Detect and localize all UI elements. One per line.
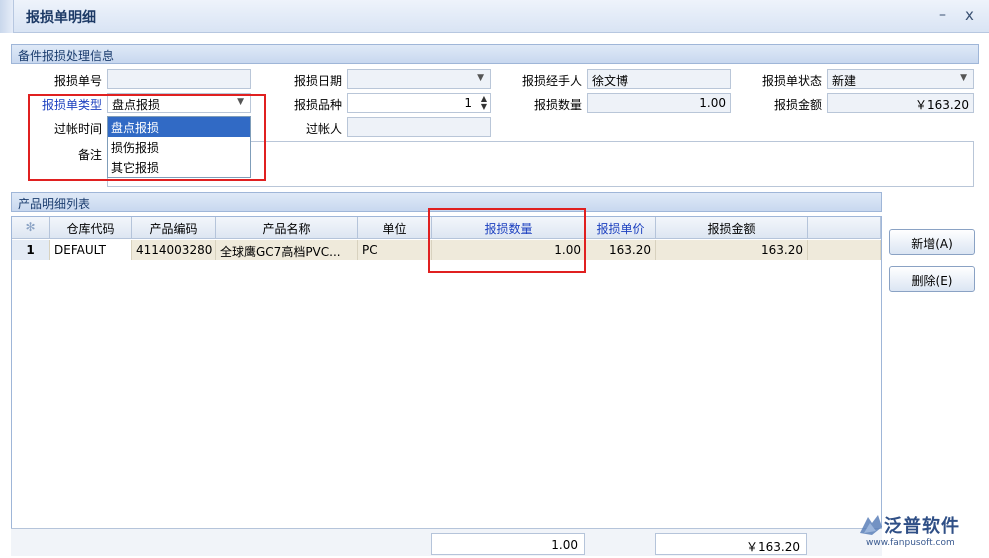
cell-unit[interactable]: PC (358, 240, 432, 260)
cell-warehouse[interactable]: DEFAULT (50, 240, 132, 260)
column-header[interactable]: 仓库代码 (50, 217, 132, 239)
status-value: 新建 (832, 74, 857, 88)
variety-value: 1 (464, 96, 472, 110)
close-button[interactable]: x (965, 6, 974, 24)
column-header[interactable]: 产品名称 (216, 217, 358, 239)
window-title: 报损单明细 (26, 10, 96, 26)
stepper-arrows-icon[interactable]: ▲ ▼ (481, 95, 487, 111)
section-info-header: 备件报损处理信息 (11, 44, 979, 64)
status-label: 报损单状态 (761, 74, 822, 88)
amount-label: 报损金额 (773, 98, 822, 112)
delete-button[interactable]: 删除(E) (889, 266, 975, 292)
cell-blank (808, 240, 881, 260)
brand-url: www.fanpusoft.com (866, 538, 955, 548)
status-select[interactable]: 新建 ▼ (827, 69, 974, 89)
cell-code[interactable]: 4114003280 (132, 240, 216, 260)
poster-label: 过帐人 (305, 122, 342, 136)
column-header[interactable]: 单位 (358, 217, 432, 239)
column-header[interactable]: 报损单价 (586, 217, 656, 239)
variety-stepper[interactable]: 1 ▲ ▼ (347, 93, 491, 113)
quantity-label: 报损数量 (533, 98, 582, 112)
column-header-blank (808, 217, 881, 239)
annotation-box (428, 208, 586, 273)
handler-field[interactable]: 徐文博 (587, 69, 731, 89)
minimize-button[interactable]: – (939, 7, 946, 23)
summary-amount: ￥163.20 (655, 533, 807, 555)
row-index: 1 (12, 240, 50, 260)
chevron-down-icon[interactable]: ▼ (477, 73, 484, 83)
column-header[interactable]: 产品编码 (132, 217, 216, 239)
summary-qty: 1.00 (431, 533, 585, 555)
cell-amount[interactable]: 163.20 (656, 240, 808, 260)
titlebar-grip (0, 0, 14, 33)
add-button[interactable]: 新增(A) (889, 229, 975, 255)
annotation-box (28, 94, 266, 181)
grid-summary-bar: 1.00 ￥163.20 (11, 528, 882, 556)
doc-no-label: 报损单号 (53, 74, 102, 88)
brand-logo-icon (860, 515, 882, 535)
chevron-down-icon[interactable]: ▼ (960, 73, 967, 83)
grid-corner-icon[interactable]: ✻ (12, 217, 50, 239)
poster-field[interactable] (347, 117, 491, 137)
date-label: 报损日期 (293, 74, 342, 88)
handler-label: 报损经手人 (521, 74, 582, 88)
column-header[interactable]: 报损金额 (656, 217, 808, 239)
window-titlebar (0, 0, 989, 33)
doc-no-field[interactable] (107, 69, 251, 89)
cell-price[interactable]: 163.20 (586, 240, 656, 260)
date-picker[interactable]: ▼ (347, 69, 491, 89)
quantity-field[interactable]: 1.00 (587, 93, 731, 113)
variety-label: 报损品种 (293, 98, 342, 112)
brand-logo-text: 泛普软件 (884, 516, 960, 537)
amount-field[interactable]: ￥163.20 (827, 93, 974, 113)
cell-name[interactable]: 全球鹰GC7高档PVC... (216, 240, 358, 260)
